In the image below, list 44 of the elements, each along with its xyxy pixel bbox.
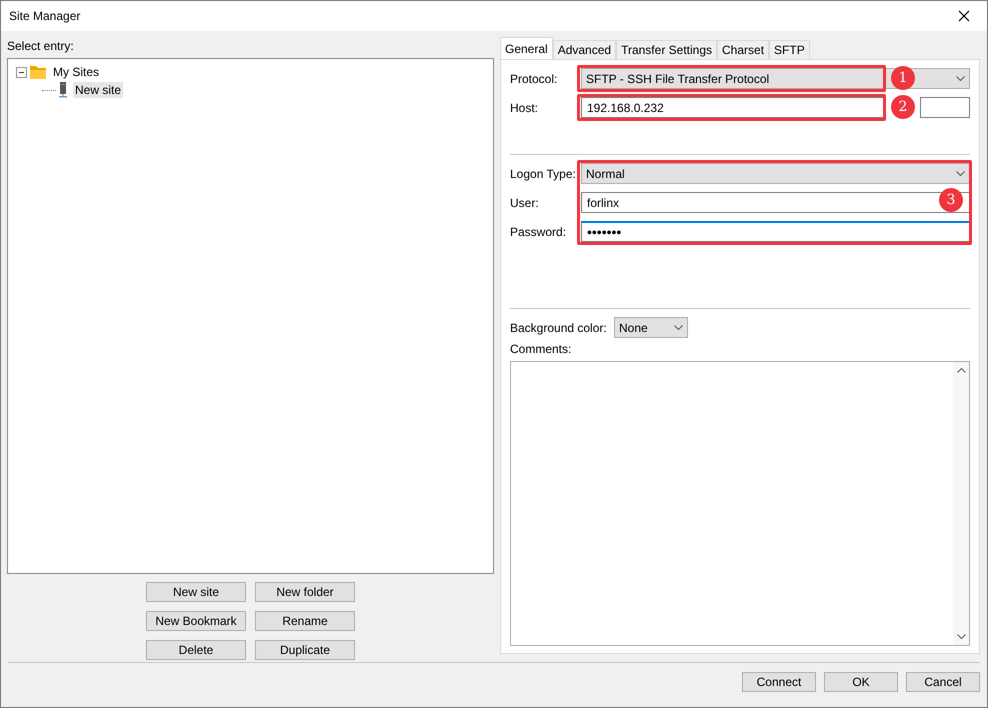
- window-title: Site Manager: [9, 9, 80, 23]
- chevron-icon: [956, 76, 965, 81]
- server-icon: [58, 82, 68, 98]
- field-label: Password:: [510, 224, 568, 238]
- field-label: Logon Type:: [510, 166, 577, 180]
- tree-button[interactable]: Duplicate: [255, 640, 355, 660]
- field-label: Select entry:: [7, 38, 75, 55]
- dropdown[interactable]: None: [614, 317, 688, 338]
- tab[interactable]: General: [500, 37, 553, 59]
- tree-button[interactable]: Delete: [146, 640, 246, 660]
- tree-item[interactable]: New site: [73, 82, 124, 98]
- tree-button[interactable]: New folder: [255, 582, 355, 602]
- field-label: Background color:: [510, 320, 608, 334]
- password-field[interactable]: •••••••: [581, 221, 970, 242]
- site-tree[interactable]: My Sites New site: [7, 58, 494, 574]
- chevron-icon: [956, 171, 965, 176]
- tree-item[interactable]: My Sites: [51, 64, 102, 80]
- dialog-button[interactable]: OK: [824, 672, 898, 692]
- tab[interactable]: Charset: [717, 40, 770, 59]
- dialog-button[interactable]: Connect: [742, 672, 816, 692]
- tab[interactable]: SFTP: [769, 40, 810, 59]
- field-label: User:: [510, 196, 540, 210]
- step-badge: 3: [939, 188, 963, 212]
- close-icon: [958, 10, 970, 22]
- dialog-button[interactable]: Cancel: [906, 672, 980, 692]
- scroll-down-icon: [956, 634, 966, 639]
- chevron-icon: [674, 325, 683, 330]
- step-badge: 2: [891, 95, 915, 119]
- scrollbar[interactable]: [953, 362, 969, 645]
- field-label: Host:: [510, 100, 540, 114]
- tree-button[interactable]: New Bookmark: [146, 611, 246, 631]
- host-field[interactable]: 192.168.0.232: [581, 97, 884, 118]
- tab[interactable]: Advanced: [552, 40, 616, 59]
- tree-button[interactable]: New site: [146, 582, 246, 602]
- field-label: Comments:: [510, 342, 572, 356]
- port-field[interactable]: [920, 97, 970, 118]
- comments-field[interactable]: [510, 361, 970, 646]
- field-label: Protocol:: [510, 72, 558, 86]
- collapse-toggle[interactable]: [16, 66, 27, 78]
- tab[interactable]: Transfer Settings: [616, 40, 718, 59]
- folder-icon: [30, 65, 46, 79]
- dropdown[interactable]: Normal: [581, 163, 970, 184]
- scroll-up-icon: [956, 368, 966, 373]
- tree-button[interactable]: Rename: [255, 611, 355, 631]
